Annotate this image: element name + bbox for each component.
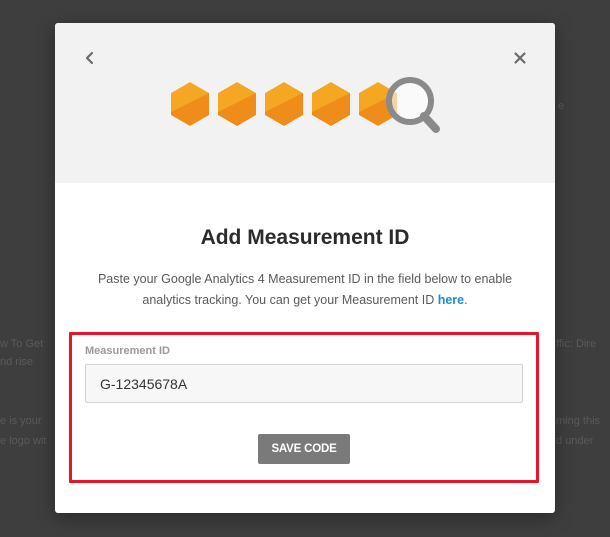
hexagons-magnifier-icon <box>171 77 440 133</box>
close-icon <box>514 52 526 64</box>
close-button[interactable] <box>509 47 531 69</box>
background-text: e is your <box>0 415 42 427</box>
description-end: . <box>464 293 468 307</box>
chevron-left-icon <box>85 51 94 65</box>
background-text: d under <box>556 435 594 447</box>
measurement-id-modal: Add Measurement ID Paste your Google Ana… <box>55 23 555 513</box>
modal-description: Paste your Google Analytics 4 Measuremen… <box>95 269 515 311</box>
back-button[interactable] <box>79 47 101 69</box>
modal-body: Add Measurement ID Paste your Google Ana… <box>55 225 555 311</box>
modal-title: Add Measurement ID <box>200 226 410 249</box>
save-code-button[interactable]: SAVE CODE <box>258 434 350 464</box>
background-text: ming this <box>556 415 601 427</box>
get-measurement-id-link[interactable]: here <box>438 293 464 307</box>
background-text: ffic: Dire <box>556 338 597 350</box>
background-text: e logo wit <box>0 435 47 447</box>
measurement-id-input[interactable] <box>85 364 523 403</box>
background-text: nd rise <box>0 356 34 368</box>
modal-header <box>55 23 555 183</box>
measurement-id-form: Measurement ID SAVE CODE <box>69 332 539 483</box>
background-text: w To Get <box>0 338 44 350</box>
measurement-id-label: Measurement ID <box>85 345 170 357</box>
background-text: e <box>558 100 565 112</box>
